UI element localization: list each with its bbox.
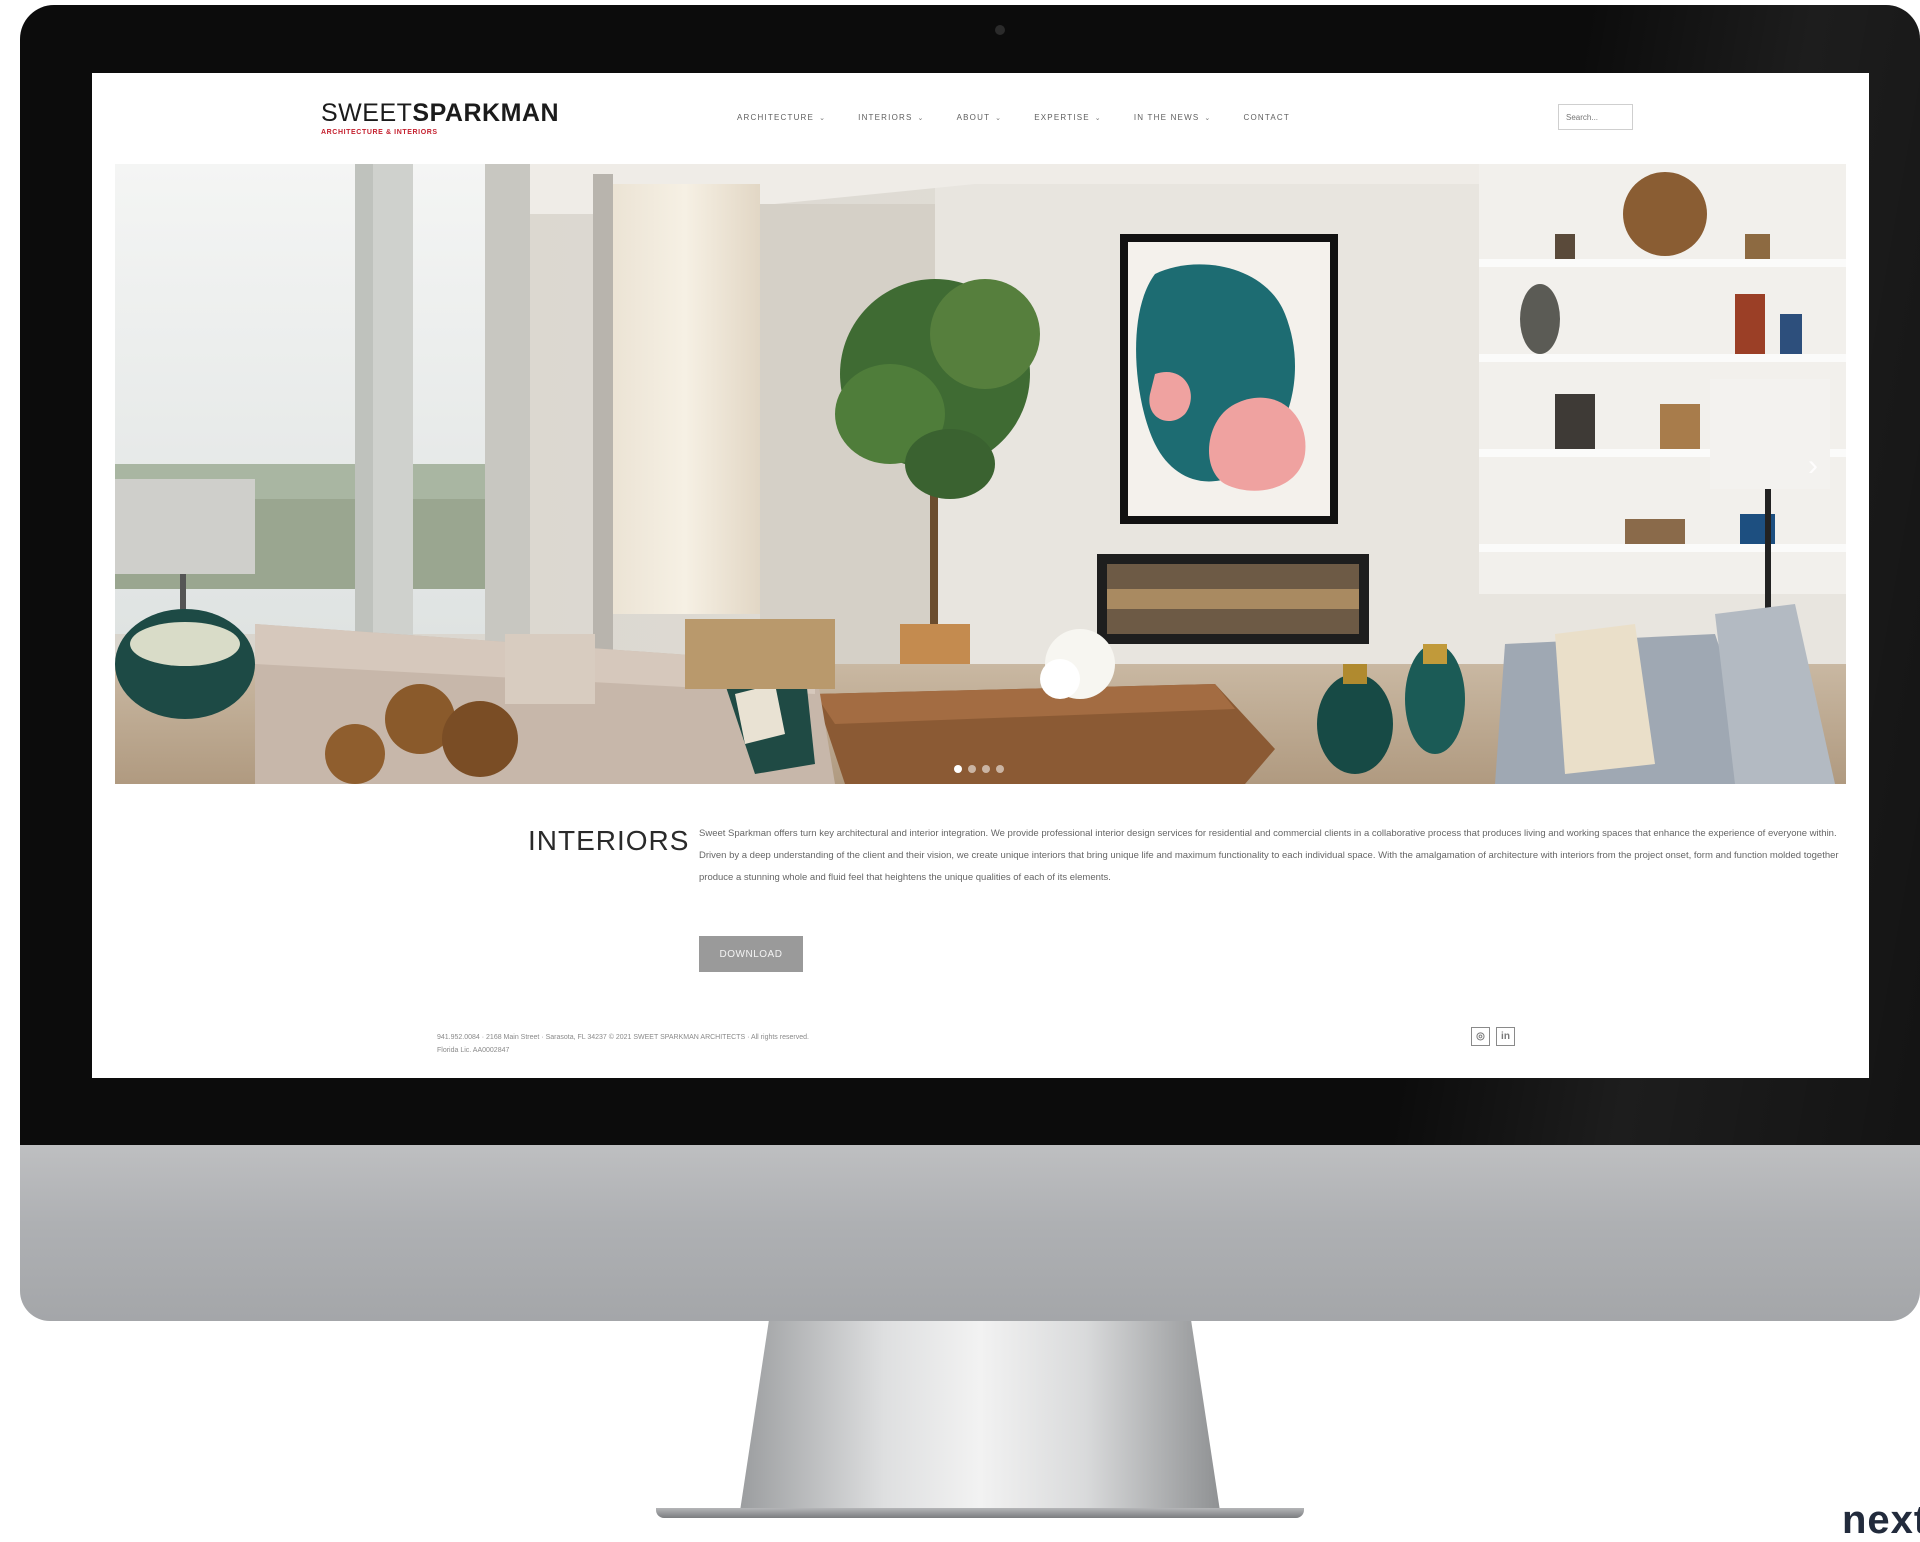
chevron-down-icon: ⌄: [1204, 114, 1212, 122]
footer-address: 941.952.0084 · 2168 Main Street · Saraso…: [437, 1034, 809, 1041]
slider-dot-4[interactable]: [996, 765, 1004, 773]
nav-in-the-news[interactable]: IN THE NEWS ⌄: [1134, 113, 1212, 122]
hero-slider[interactable]: ›: [115, 164, 1846, 784]
footer-info: 941.952.0084 · 2168 Main Street · Saraso…: [437, 1031, 809, 1057]
nav-label: INTERIORS: [858, 113, 913, 122]
footer-license: Florida Lic. AA0002847: [437, 1047, 510, 1054]
monitor-chin: [20, 1145, 1920, 1321]
slider-dots: [954, 765, 1004, 773]
nav-label: IN THE NEWS: [1133, 113, 1200, 122]
nav-expertise[interactable]: EXPERTISE ⌄: [1034, 113, 1102, 122]
slider-next-arrow-icon[interactable]: ›: [1808, 451, 1818, 481]
section-title: INTERIORS: [528, 825, 690, 856]
monitor-stand: [740, 1321, 1220, 1511]
brand-watermark: next: [1842, 1498, 1920, 1542]
nav-about[interactable]: ABOUT ⌄: [957, 113, 1003, 122]
chevron-down-icon: ⌄: [819, 114, 827, 122]
slider-dot-2[interactable]: [968, 765, 976, 773]
logo-wordmark: SWEETSPARKMAN: [321, 101, 559, 126]
main-nav: ARCHITECTURE ⌄ INTERIORS ⌄ ABOUT ⌄ EXPERTIS…: [737, 113, 1290, 122]
instagram-icon[interactable]: ◎: [1471, 1027, 1490, 1046]
linkedin-icon[interactable]: in: [1496, 1027, 1515, 1046]
website-screen: SWEETSPARKMAN ARCHITECTURE & INTERIORS A…: [92, 73, 1869, 1078]
nav-contact[interactable]: CONTACT: [1243, 113, 1289, 122]
hero-image-living-room: [115, 164, 1846, 784]
logo-tagline: ARCHITECTURE & INTERIORS: [321, 129, 438, 136]
nav-architecture[interactable]: ARCHITECTURE ⌄: [737, 113, 826, 122]
chevron-down-icon: ⌄: [995, 114, 1003, 122]
site-logo[interactable]: SWEETSPARKMAN ARCHITECTURE & INTERIORS: [321, 101, 559, 137]
slider-dot-3[interactable]: [982, 765, 990, 773]
social-links: ◎ in: [1471, 1027, 1515, 1046]
logo-word-sparkman: SPARKMAN: [412, 99, 559, 127]
logo-word-sweet: SWEET: [321, 99, 413, 127]
slider-dot-1[interactable]: [954, 765, 962, 773]
chevron-down-icon: ⌄: [917, 114, 925, 122]
camera-dot: [995, 25, 1005, 35]
nav-label: ABOUT: [956, 113, 991, 122]
monitor-foot: [656, 1508, 1304, 1518]
nav-interiors[interactable]: INTERIORS ⌄: [858, 113, 924, 122]
chevron-down-icon: ⌄: [1094, 114, 1102, 122]
nav-label: ARCHITECTURE: [737, 113, 815, 122]
download-button[interactable]: DOWNLOAD: [699, 936, 803, 972]
nav-label: EXPERTISE: [1034, 113, 1090, 122]
nav-label: CONTACT: [1243, 113, 1290, 122]
section-description: Sweet Sparkman offers turn key architect…: [699, 828, 1839, 883]
search-input[interactable]: [1558, 104, 1633, 130]
